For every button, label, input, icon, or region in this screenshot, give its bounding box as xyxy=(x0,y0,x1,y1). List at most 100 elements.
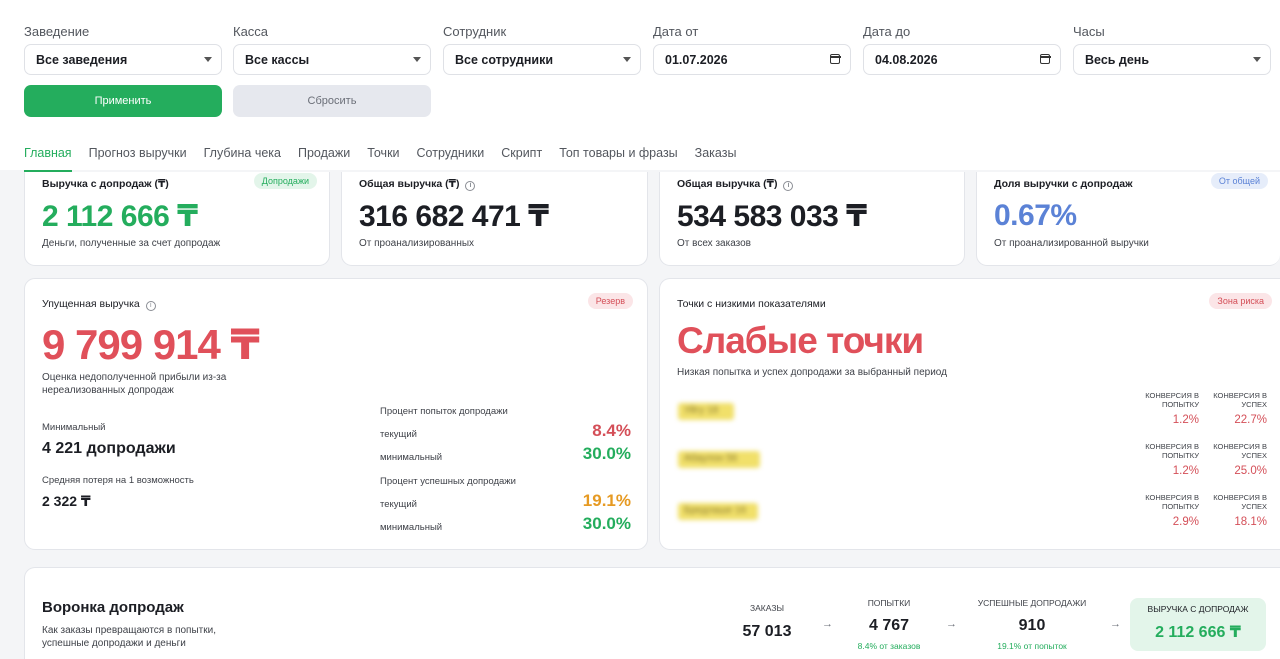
kpi-value: 0.67% xyxy=(994,199,1077,232)
success-current-label: текущий xyxy=(380,499,417,510)
apply-button[interactable]: Применить xyxy=(24,85,222,117)
funnel-success-label: УСПЕШНЫЕ ДОПРОДАЖИ xyxy=(977,598,1087,608)
attempts-min-value: 30.0% xyxy=(582,444,631,463)
kpi-title: Общая выручка (₸) xyxy=(677,178,778,190)
date-to-label: Дата до xyxy=(863,24,911,39)
lost-desc-line2: нереализованных допродаж xyxy=(42,385,174,396)
chevron-down-icon xyxy=(1253,57,1261,62)
arrow-right-icon: → xyxy=(946,618,957,630)
col-attempt-header: КОНВЕРСИЯ В ПОПЫТКУ xyxy=(1145,391,1199,409)
hours-label: Часы xyxy=(1073,24,1105,39)
calendar-icon[interactable] xyxy=(1039,54,1051,64)
attempts-current-label: текущий xyxy=(380,429,417,440)
kpi-subtitle: От проанализированных xyxy=(359,238,475,249)
attempts-current-value: 8.4% xyxy=(592,421,631,440)
weak-point-success: 22.7% xyxy=(1234,414,1267,426)
weak-point-name[interactable]: Уйгу 18 xyxy=(678,403,734,420)
chevron-down-icon xyxy=(623,57,631,62)
success-min-value: 30.0% xyxy=(582,514,631,533)
cashbox-select[interactable]: Все кассы xyxy=(233,44,431,75)
success-current-value: 19.1% xyxy=(582,491,631,510)
funnel-sub-line2: успешные допродажи и деньги xyxy=(42,638,186,649)
status-badge: Резерв xyxy=(587,293,633,309)
status-badge: Зона риска xyxy=(1209,293,1272,309)
kpi-title: Доля выручки с допродаж xyxy=(994,178,1133,190)
weak-point-attempt: 1.2% xyxy=(1172,414,1199,426)
weak-points-subtitle: Низкая попытка и успех допродажи за выбр… xyxy=(677,367,947,378)
funnel-revenue-value: 2 112 666 ₸ xyxy=(1155,624,1241,641)
tab-main[interactable]: Главная xyxy=(24,146,72,172)
reset-button[interactable]: Сбросить xyxy=(233,85,431,117)
kpi-card-upsell-revenue: Выручка с допродаж (₸) Допродажи 2 112 6… xyxy=(24,172,330,266)
info-icon[interactable]: i xyxy=(145,301,156,311)
date-to-value: 04.08.2026 xyxy=(875,53,938,67)
kpi-card-all-orders-revenue: Общая выручка (₸) i 534 583 033 ₸ От всех… xyxy=(659,172,965,266)
card-title-wrap: Упущенная выручка i xyxy=(42,298,156,311)
card-title: Упущенная выручка xyxy=(42,298,140,310)
funnel-attempts-value: 4 767 xyxy=(868,617,910,634)
filter-panel: Заведение Все заведения Касса Все кассы … xyxy=(0,0,1280,172)
kpi-subtitle: Деньги, полученные за счет допродаж xyxy=(42,238,221,249)
lost-revenue-value: 9 799 914 ₸ xyxy=(42,321,260,368)
calendar-icon[interactable] xyxy=(829,54,841,64)
date-from-value: 01.07.2026 xyxy=(665,53,728,67)
date-from-label: Дата от xyxy=(653,24,699,39)
tab-top-products[interactable]: Топ товары и фразы xyxy=(559,146,677,172)
funnel-title: Воронка допродаж xyxy=(42,599,184,616)
col-success-header: КОНВЕРСИЯ В УСПЕХ xyxy=(1213,391,1267,409)
funnel-success-value: 910 xyxy=(1018,617,1046,634)
col-attempt-header: КОНВЕРСИЯ В ПОПЫТКУ xyxy=(1145,493,1199,511)
status-badge: От общей xyxy=(1210,173,1268,189)
kpi-value: 2 112 666 ₸ xyxy=(42,200,198,233)
card-title: Точки с низкими показателями xyxy=(677,298,826,310)
status-badge: Допродажи xyxy=(253,173,317,189)
weak-point-attempt: 1.2% xyxy=(1172,465,1199,477)
kpi-value: 534 583 033 ₸ xyxy=(677,200,867,233)
employee-select[interactable]: Все сотрудники xyxy=(443,44,641,75)
col-success-header: КОНВЕРСИЯ В УСПЕХ xyxy=(1213,493,1267,511)
kpi-card-total-revenue: Общая выручка (₸) i 316 682 471 ₸ От проа… xyxy=(341,172,648,266)
weak-point-name[interactable]: Бредлаше 16 xyxy=(678,503,758,520)
info-icon[interactable]: i xyxy=(465,181,476,191)
kpi-title: Выручка с допродаж (₸) xyxy=(42,178,169,190)
tab-script[interactable]: Скрипт xyxy=(501,146,542,172)
weak-point-success: 18.1% xyxy=(1234,516,1267,528)
upsell-funnel-card: Воронка допродаж Как заказы превращаются… xyxy=(24,567,1280,659)
venue-label: Заведение xyxy=(24,24,90,39)
min-label: Минимальный xyxy=(42,422,106,433)
tab-sales[interactable]: Продажи xyxy=(298,146,350,172)
min-value: 4 221 допродажи xyxy=(42,440,176,457)
weak-point-attempt: 2.9% xyxy=(1172,516,1199,528)
weak-point-name[interactable]: Абаулон 56 xyxy=(678,451,760,468)
funnel-revenue-label: ВЫРУЧКА С ДОПРОДАЖ xyxy=(1147,604,1249,614)
kpi-title-wrap: Общая выручка (₸) i xyxy=(359,178,476,191)
chevron-down-icon xyxy=(204,57,212,62)
tab-check-depth[interactable]: Глубина чека xyxy=(204,146,281,172)
weak-points-card: Точки с низкими показателями Зона риска … xyxy=(659,278,1280,550)
tab-orders[interactable]: Заказы xyxy=(695,146,737,172)
hours-select[interactable]: Весь день xyxy=(1073,44,1271,75)
avg-loss-value: 2 322 ₸ xyxy=(42,493,91,509)
tab-employees[interactable]: Сотрудники xyxy=(417,146,485,172)
success-min-label: минимальный xyxy=(380,522,443,533)
attempts-title: Процент попыток допродажи xyxy=(380,406,508,417)
venue-value: Все заведения xyxy=(36,53,128,67)
weak-points-headline: Слабые точки xyxy=(677,320,924,361)
kpi-card-upsell-share: Доля выручки с допродаж От общей 0.67% О… xyxy=(976,172,1280,266)
kpi-subtitle: От проанализированной выручки xyxy=(994,238,1149,249)
kpi-subtitle: От всех заказов xyxy=(677,238,751,249)
col-attempt-header: КОНВЕРСИЯ В ПОПЫТКУ xyxy=(1145,442,1199,460)
funnel-orders-label: ЗАКАЗЫ xyxy=(750,603,784,613)
tab-forecast[interactable]: Прогноз выручки xyxy=(89,146,187,172)
success-title: Процент успешных допродажи xyxy=(380,476,516,487)
date-to-input[interactable]: 04.08.2026 xyxy=(863,44,1061,75)
date-from-input[interactable]: 01.07.2026 xyxy=(653,44,851,75)
avg-loss-label: Средняя потеря на 1 возможность xyxy=(42,475,194,486)
employee-label: Сотрудник xyxy=(443,24,507,39)
weak-point-success: 25.0% xyxy=(1234,465,1267,477)
cashbox-value: Все кассы xyxy=(245,53,310,67)
tab-points[interactable]: Точки xyxy=(367,146,399,172)
info-icon[interactable]: i xyxy=(783,181,794,191)
col-success-header: КОНВЕРСИЯ В УСПЕХ xyxy=(1213,442,1267,460)
venue-select[interactable]: Все заведения xyxy=(24,44,222,75)
